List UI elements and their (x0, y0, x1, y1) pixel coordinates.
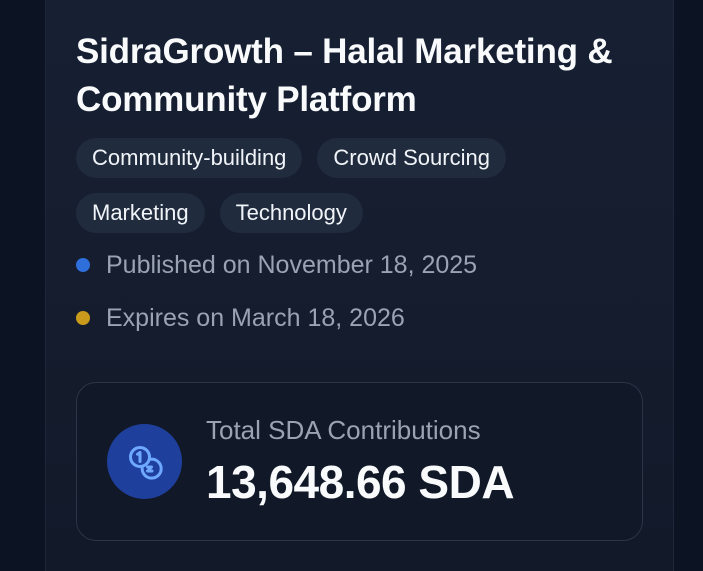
tag-marketing[interactable]: Marketing (76, 193, 205, 233)
tag-crowd-sourcing[interactable]: Crowd Sourcing (317, 138, 506, 178)
project-title: SidraGrowth – Halal Marketing & Communit… (76, 32, 613, 119)
expiry-date: Expires on March 18, 2026 (106, 303, 405, 332)
tag-list: Community-building Crowd Sourcing Market… (76, 138, 636, 233)
published-date-row: Published on November 18, 2025 (76, 249, 477, 281)
page: SidraGrowth – Halal Marketing & Communit… (0, 0, 703, 571)
tag-technology[interactable]: Technology (219, 193, 363, 233)
expiry-status-dot (76, 311, 90, 325)
contributions-total: 13,648.66 SDA (206, 456, 515, 508)
tag-community-building[interactable]: Community-building (76, 138, 303, 178)
published-status-dot (76, 258, 90, 272)
published-date: Published on November 18, 2025 (106, 250, 478, 279)
expiry-date-row: Expires on March 18, 2026 (76, 302, 405, 334)
contributions-panel: Total SDA Contributions 13,648.66 SDA (76, 382, 643, 541)
contributions-label: Total SDA Contributions (206, 415, 481, 445)
coins-icon (107, 424, 182, 499)
